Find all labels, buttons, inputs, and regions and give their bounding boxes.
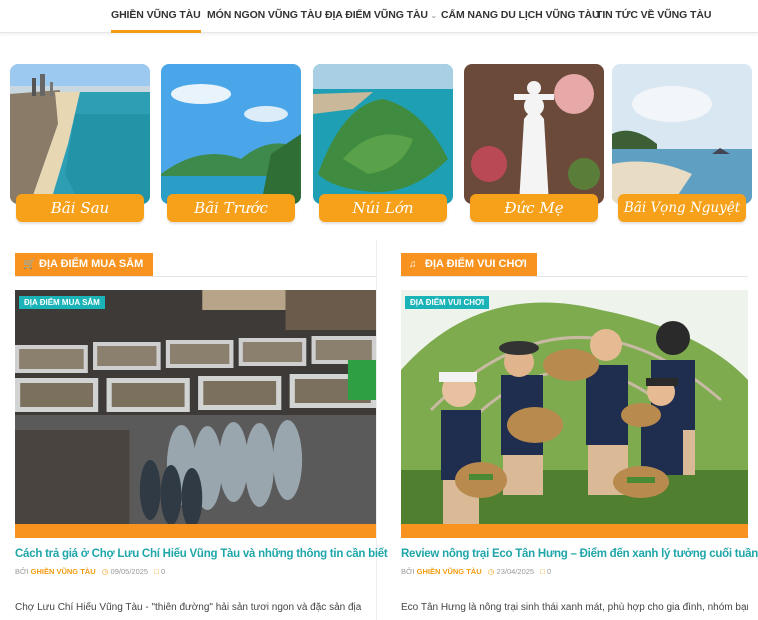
category-badge[interactable]: ĐỊA ĐIỂM MUA SẮM [19, 296, 105, 309]
section-entertainment: ♫ ĐỊA ĐIỂM VUI CHƠI ĐỊA ĐIỂM VUI CHƠI Re… [401, 240, 758, 620]
category-photo [313, 64, 453, 204]
section-title[interactable]: ♫ ĐỊA ĐIỂM VUI CHƠI [401, 253, 537, 276]
post-title[interactable]: Cách trả giá ở Chợ Lưu Chí Hiếu Vũng Tàu… [15, 547, 388, 562]
category-photo [10, 64, 150, 204]
post-title[interactable]: Review nông trại Eco Tân Hưng – Điểm đến… [401, 547, 758, 562]
post-excerpt: Chợ Lưu Chí Hiếu Vũng Tàu - "thiên đường… [15, 602, 362, 613]
post-meta: BỞI GHIỀN VŨNG TÀU ◷ 09/05/2025 □ 0 [15, 567, 166, 576]
category-tile-duc-me[interactable]: Đức Mẹ [464, 64, 604, 226]
nav-item-cam-nang[interactable]: CẨM NANG DU LỊCH VŨNG TÀU [441, 0, 600, 33]
featured-image[interactable]: ĐỊA ĐIỂM MUA SẮM [15, 290, 376, 538]
category-tile-nui-lon[interactable]: Núi Lớn [313, 64, 453, 226]
post-date: 23/04/2025 [496, 567, 535, 576]
clock-icon: ◷ [101, 567, 109, 576]
music-note-icon: ♫ [409, 259, 417, 270]
comment-count[interactable]: 0 [161, 567, 165, 576]
section-header: ♫ ĐỊA ĐIỂM VUI CHƠI [401, 240, 748, 277]
clock-icon: ◷ [487, 567, 495, 576]
comment-icon: □ [540, 567, 545, 576]
shopping-cart-icon: 🛒 [23, 259, 36, 270]
section-title[interactable]: 🛒 ĐỊA ĐIỂM MUA SẮM [15, 253, 154, 276]
post-date: 09/05/2025 [110, 567, 149, 576]
category-photo [464, 64, 604, 204]
section-shopping: 🛒 ĐỊA ĐIỂM MUA SẮM ĐỊA ĐIỂM MUA SẮM Cách… [15, 240, 388, 620]
category-photo [161, 64, 301, 204]
category-label: Đức Mẹ [470, 194, 598, 222]
author-link[interactable]: GHIỀN VŨNG TÀU [417, 567, 482, 576]
chevron-down-icon: ⌄ [430, 13, 437, 20]
comment-icon: □ [154, 567, 159, 576]
category-badge[interactable]: ĐỊA ĐIỂM VUI CHƠI [405, 296, 490, 309]
nav-item-tin-tuc[interactable]: TIN TỨC VỀ VŨNG TÀU [596, 0, 711, 33]
comment-count[interactable]: 0 [547, 567, 551, 576]
post-excerpt: Eco Tân Hưng là nông trại sinh thái xanh… [401, 602, 748, 613]
category-photo [612, 64, 752, 204]
nav-item-ghien-vung-tau[interactable]: GHIỀN VŨNG TÀU [111, 0, 201, 33]
category-label: Núi Lớn [319, 194, 447, 222]
category-label: Bãi Trước [167, 194, 295, 222]
section-header: 🛒 ĐỊA ĐIỂM MUA SẮM [15, 240, 376, 277]
category-label: Bãi Sau [16, 194, 144, 222]
category-tile-bai-sau[interactable]: Bãi Sau [10, 64, 150, 226]
post-meta: BỞI GHIỀN VŨNG TÀU ◷ 23/04/2025 □ 0 [401, 567, 552, 576]
nav-item-dia-diem[interactable]: ĐỊA ĐIỂM VŨNG TÀU ⌄ [325, 0, 437, 33]
category-tile-bai-truoc[interactable]: Bãi Trước [161, 64, 301, 226]
author-link[interactable]: GHIỀN VŨNG TÀU [31, 567, 96, 576]
category-label: Bãi Vọng Nguyệt [618, 194, 746, 222]
main-nav: GHIỀN VŨNG TÀU MÓN NGON VŨNG TÀU ĐỊA ĐIỂ… [0, 0, 758, 33]
category-tile-bai-vong-nguyet[interactable]: Bãi Vọng Nguyệt [612, 64, 752, 226]
category-strip: Bãi Sau Bãi Trước Núi Lớn Đức Mẹ Bãi Vọn… [0, 64, 758, 226]
featured-image[interactable]: ĐỊA ĐIỂM VUI CHƠI [401, 290, 748, 538]
nav-item-mon-ngon[interactable]: MÓN NGON VŨNG TÀU [207, 0, 322, 33]
